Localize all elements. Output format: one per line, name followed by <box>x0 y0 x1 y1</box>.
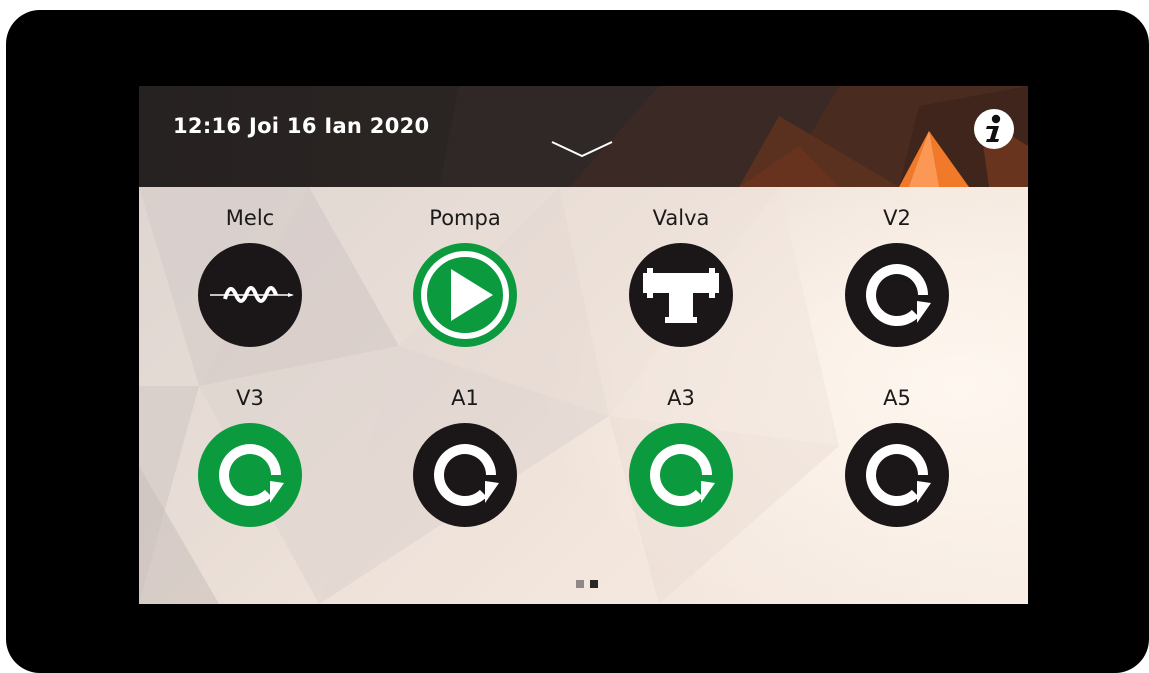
valve-icon <box>629 243 733 347</box>
tile-label: V2 <box>883 206 911 230</box>
tile-a3[interactable]: A3 <box>606 386 756 551</box>
page-dot-2-active[interactable] <box>590 580 598 588</box>
tile-label: A3 <box>667 386 695 410</box>
tile-label: A1 <box>451 386 479 410</box>
fan-rotate-icon <box>845 243 949 347</box>
tile-label: V3 <box>236 386 264 410</box>
page-dot-1[interactable] <box>576 580 584 588</box>
fan-rotate-icon <box>629 423 733 527</box>
fan-rotate-icon <box>413 423 517 527</box>
tile-pompa[interactable]: Pompa <box>390 206 540 371</box>
tile-v3[interactable]: V3 <box>175 386 325 551</box>
fan-rotate-icon <box>198 423 302 527</box>
tile-label: Valva <box>652 206 710 230</box>
tile-v2[interactable]: V2 <box>822 206 972 371</box>
chevron-down-icon[interactable] <box>548 136 616 162</box>
tile-label: Melc <box>225 206 275 230</box>
tile-valva[interactable]: Valva <box>606 206 756 371</box>
pump-icon <box>413 243 517 347</box>
status-bar: 12:16 Joi 16 Ian 2020 <box>139 86 1028 187</box>
tile-a5[interactable]: A5 <box>822 386 972 551</box>
tile-a1[interactable]: A1 <box>390 386 540 551</box>
tile-melc[interactable]: Melc <box>175 206 325 371</box>
tile-label: A5 <box>883 386 911 410</box>
fan-rotate-icon <box>845 423 949 527</box>
auger-icon <box>198 243 302 347</box>
tile-label: Pompa <box>429 206 501 230</box>
touch-screen: 12:16 Joi 16 Ian 2020 Melc Pompa Valva V… <box>139 86 1028 604</box>
info-icon[interactable] <box>973 108 1015 150</box>
date-time-display: 12:16 Joi 16 Ian 2020 <box>173 114 430 138</box>
